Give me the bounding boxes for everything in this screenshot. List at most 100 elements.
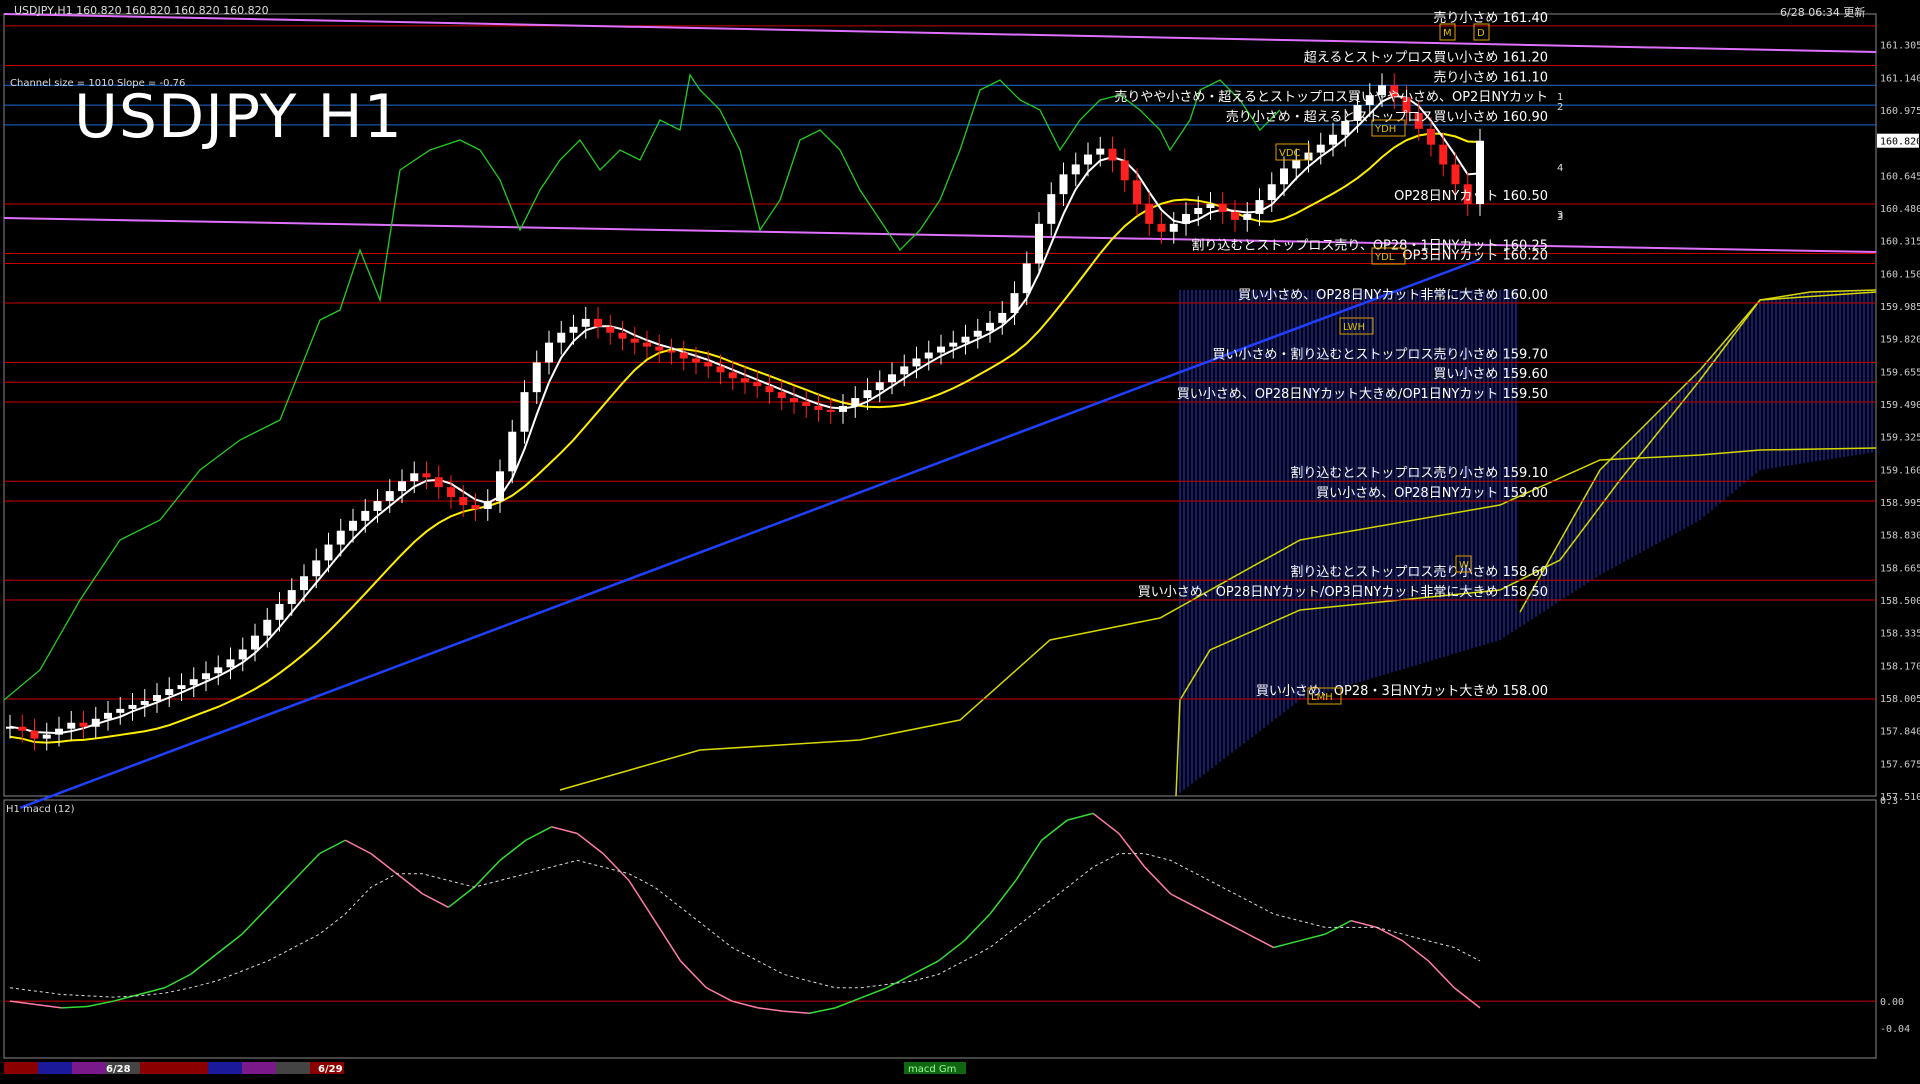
candle-body [91, 718, 100, 727]
candle-body [961, 336, 970, 343]
candle-body [606, 326, 615, 333]
price-tick-label: 159.985 [1880, 302, 1920, 313]
candle-body [55, 728, 63, 735]
candle-body [434, 477, 443, 488]
candle-body [679, 352, 688, 359]
candle-body [728, 372, 737, 379]
chart-title: USDJPY H1 [74, 82, 403, 152]
candle-body [1157, 223, 1166, 232]
candle-body [1084, 154, 1092, 165]
candle-body [1047, 194, 1056, 224]
candle-body [1255, 200, 1264, 214]
candle-body [18, 726, 27, 731]
macd-label: H1 macd (12) [6, 804, 75, 815]
time-block [140, 1062, 174, 1074]
level-label: 買い小さめ 159.60 [1433, 367, 1548, 382]
price-tick-label: 160.645 [1880, 171, 1920, 182]
candle-body [986, 322, 994, 331]
candle-body [1194, 208, 1203, 214]
candle-body [349, 520, 357, 531]
candle-body [704, 362, 713, 367]
candle-body [1329, 134, 1337, 145]
candle-body [251, 635, 259, 650]
level-label: 売りやや小さめ・超えるとストップロス買いやや小さめ、OP2日NYカット [1114, 89, 1548, 105]
candle-body [1059, 174, 1068, 195]
time-block [174, 1062, 208, 1074]
candle-body [802, 402, 811, 406]
candle-body [863, 390, 872, 399]
candle-body [1145, 204, 1154, 224]
candle-body [1035, 223, 1043, 264]
price-tick-label: 159.820 [1880, 335, 1920, 346]
marker-label: LMH [1311, 692, 1333, 703]
marker-label: W [1459, 560, 1469, 571]
level-label: OP3日NYカット 160.20 [1402, 248, 1548, 263]
candle-body [1451, 164, 1460, 185]
candle-body [459, 497, 468, 505]
candle-body [1439, 144, 1448, 165]
candle-body [532, 362, 541, 393]
candle-body [973, 330, 982, 337]
update-time: 6/28 06:34 更新 [1780, 6, 1866, 19]
time-block [38, 1062, 72, 1074]
marker-label: VDC [1279, 148, 1301, 159]
level-label: 買い小さめ、OP28日NYカット非常に大きめ 160.00 [1238, 288, 1548, 303]
candle-body [42, 734, 51, 739]
candle-body [949, 342, 958, 347]
candle-body [1316, 144, 1325, 153]
candle-body [1280, 168, 1288, 185]
price-tick-label: 160.480 [1880, 204, 1920, 215]
candle-body [618, 332, 627, 339]
price-tick-label: 161.305 [1880, 41, 1920, 52]
marker-label: YDL [1374, 252, 1395, 263]
time-block [208, 1062, 242, 1074]
candle-body [557, 332, 566, 343]
candle-body [716, 366, 725, 373]
candle-body [1108, 148, 1117, 161]
price-tick-label: 158.830 [1880, 531, 1920, 542]
candle-body [447, 487, 455, 498]
candle-body [116, 708, 125, 713]
candle-body [655, 346, 664, 351]
marker-label: M [1443, 28, 1452, 39]
candle-body [226, 659, 235, 668]
candle-body [581, 318, 590, 327]
candle-body [900, 366, 909, 375]
candle-body [422, 473, 431, 478]
candle-body [667, 350, 676, 353]
channel-number: 3 [1557, 212, 1563, 223]
candle-body [30, 730, 39, 739]
candle-body [1427, 128, 1435, 145]
price-tick-label: 157.675 [1880, 759, 1920, 770]
price-tick-label: 158.005 [1880, 694, 1920, 705]
candle-body [741, 378, 749, 383]
candle-body [520, 392, 529, 432]
candle-body [165, 689, 174, 696]
candle-body [1231, 211, 1239, 220]
price-tick-label: 157.840 [1880, 727, 1920, 738]
price-tick-label: 159.655 [1880, 367, 1920, 378]
candle-body [1267, 184, 1276, 201]
date-label: 6/29 [318, 1064, 343, 1075]
candle-body [814, 405, 823, 410]
macd-tick-label: -0.04 [1880, 1024, 1910, 1035]
candle-body [1182, 213, 1190, 224]
price-tick-label: 160.315 [1880, 237, 1920, 248]
candle-body [1292, 160, 1301, 169]
candle-body [189, 679, 198, 686]
level-label: 買い小さめ・割り込むとストップロス売り小さめ 159.70 [1212, 346, 1548, 362]
price-tick-label: 161.140 [1880, 73, 1920, 84]
channel-number: 2 [1557, 102, 1563, 113]
time-block [72, 1062, 106, 1074]
candle-body [202, 673, 210, 680]
candle-body [826, 409, 835, 412]
candle-body [398, 481, 406, 492]
candle-body [545, 342, 553, 363]
candle-body [214, 667, 223, 674]
candle-body [385, 491, 394, 502]
chart-window: 売り小さめ 161.40 超えるとストップロス買い小さめ 161.20 売り小さめ … [0, 0, 1920, 1080]
candle-body [508, 431, 517, 472]
candle-body [471, 504, 480, 509]
candle-body [6, 726, 14, 729]
candle-body [300, 576, 308, 591]
